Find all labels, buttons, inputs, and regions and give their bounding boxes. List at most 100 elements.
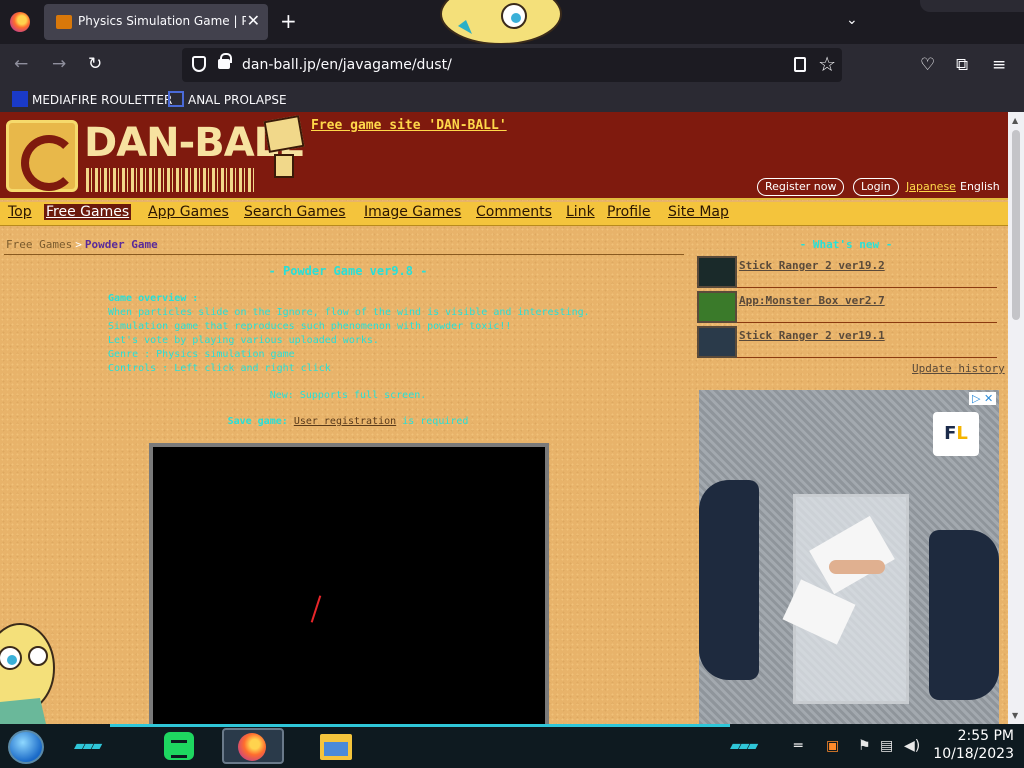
- save-game-label: Save game:: [227, 416, 288, 427]
- tray-app-icon[interactable]: ▣: [826, 738, 839, 754]
- news-item[interactable]: Stick Ranger 2 ver19.1: [697, 326, 997, 358]
- breadcrumb-free-games[interactable]: Free Games: [6, 238, 72, 251]
- pocket-icon[interactable]: ♡: [920, 55, 935, 75]
- monster-box-thumb-icon[interactable]: [697, 291, 737, 323]
- taskbar-firefox-active[interactable]: [222, 728, 284, 764]
- tab-close-icon[interactable]: ✕: [247, 12, 260, 30]
- dan-ball-logo-icon[interactable]: [6, 120, 78, 192]
- clock-date[interactable]: 10/18/2023: [920, 746, 1014, 762]
- tracking-shield-icon[interactable]: [192, 56, 206, 72]
- volume-icon[interactable]: ◀): [904, 738, 920, 754]
- register-button[interactable]: Register now: [757, 178, 845, 196]
- hamburger-menu-icon[interactable]: ≡: [992, 55, 1006, 75]
- file-explorer-icon[interactable]: [320, 734, 352, 760]
- menu-item-free-games[interactable]: Free Games: [44, 204, 132, 220]
- bookmarks-toolbar: MEDIAFIRE ROULETTER ANAL PROLAPSE: [0, 86, 1024, 112]
- desc-line: Simulation game that reproduces such phe…: [108, 321, 512, 332]
- start-button-icon[interactable]: [8, 730, 44, 764]
- page-scrollbar[interactable]: ▲ ▼: [1008, 112, 1024, 724]
- site-header: DAN-BALL Free game site 'DAN-BALL' Regis…: [0, 112, 1008, 200]
- browser-tab-active[interactable]: Physics Simulation Game | Pow ✕: [44, 4, 268, 40]
- robot-mascot-icon: [262, 115, 306, 192]
- clock-time[interactable]: 2:55 PM: [940, 728, 1014, 744]
- browser-navbar: ← → ↻ dan-ball.jp/en/javagame/dust/ ☆ ♡ …: [0, 44, 1024, 86]
- reload-icon[interactable]: ↻: [88, 54, 102, 74]
- news-item[interactable]: App:Monster Box ver2.7: [697, 291, 997, 323]
- stick-ranger-thumb-icon[interactable]: [697, 326, 737, 358]
- user-registration-link[interactable]: User registration: [294, 416, 396, 427]
- desc-line: Let's vote by playing various uploaded w…: [108, 335, 379, 346]
- menu-item-profile[interactable]: Profile: [607, 204, 651, 220]
- menu-item-comments[interactable]: Comments: [476, 204, 552, 220]
- lang-japanese-link[interactable]: Japanese: [906, 180, 956, 193]
- network-icon[interactable]: ▤: [880, 738, 893, 754]
- new-tab-button[interactable]: +: [280, 10, 297, 32]
- spotify-icon[interactable]: [164, 732, 194, 760]
- save-game-suffix: is required: [402, 416, 469, 427]
- news-item[interactable]: Stick Ranger 2 ver19.2: [697, 256, 997, 288]
- powder-game-canvas[interactable]: [149, 443, 549, 724]
- news-link[interactable]: App:Monster Box ver2.7: [739, 294, 885, 307]
- bookmark-star-icon[interactable]: ☆: [818, 52, 836, 76]
- advertisement[interactable]: FL ▷ ✕: [699, 390, 999, 724]
- breadcrumb-current: Powder Game: [84, 238, 158, 251]
- ad-person: [929, 530, 999, 700]
- ad-handshake: [829, 560, 885, 574]
- system-tray: ═ ▣ ⚑ ▤ ◀): [790, 734, 930, 760]
- reader-view-icon[interactable]: [794, 57, 806, 72]
- forward-arrow-icon[interactable]: →: [52, 54, 66, 74]
- menu-item-link[interactable]: Link: [566, 204, 595, 220]
- taskbar-chevron-icon: ▰▰▰: [74, 738, 102, 754]
- scroll-up-icon[interactable]: ▲: [1012, 116, 1018, 125]
- menu-item-image-games[interactable]: Image Games: [364, 204, 461, 220]
- site-tagline-link[interactable]: Free game site 'DAN-BALL': [311, 118, 507, 133]
- game-description: Game overview : When particles slide on …: [108, 292, 590, 376]
- update-history-link[interactable]: Update history: [912, 362, 1005, 375]
- tab-favicon-icon: [56, 15, 72, 29]
- bookmark-mediafire[interactable]: MEDIAFIRE ROULETTER: [12, 91, 172, 107]
- breadcrumb: Free Games > Powder Game: [6, 238, 158, 251]
- bookmark-second[interactable]: ANAL PROLAPSE: [168, 91, 287, 107]
- news-link[interactable]: Stick Ranger 2 ver19.2: [739, 259, 885, 272]
- desc-line: Controls : Left click and right click: [108, 363, 331, 374]
- window-frame-decoration: [920, 0, 1024, 12]
- save-game-note: Save game: User registration is required: [0, 416, 696, 427]
- ad-person: [699, 480, 759, 680]
- ad-choices-close-icon[interactable]: ▷ ✕: [969, 392, 997, 405]
- particle: [310, 595, 322, 623]
- login-button[interactable]: Login: [853, 178, 899, 196]
- logo-barcode-icon: [86, 168, 256, 192]
- desc-line: Game overview :: [108, 293, 199, 304]
- stick-ranger-thumb-icon[interactable]: [697, 256, 737, 288]
- extensions-icon[interactable]: ⧉: [956, 55, 968, 75]
- news-link[interactable]: Stick Ranger 2 ver19.1: [739, 329, 885, 342]
- tray-overflow-icon[interactable]: ═: [794, 738, 802, 754]
- lock-icon[interactable]: [218, 53, 232, 69]
- lang-english: English: [960, 180, 1000, 193]
- whats-new-title: - What's new -: [799, 238, 893, 251]
- firefox-menu-icon[interactable]: [10, 12, 30, 32]
- ad-logo-icon[interactable]: FL: [933, 412, 979, 456]
- web-page: DAN-BALL Free game site 'DAN-BALL' Regis…: [0, 112, 1008, 724]
- menu-item-top[interactable]: Top: [8, 204, 32, 220]
- cartoon-character-sticker-icon: [0, 623, 55, 724]
- browser-tabbar: Physics Simulation Game | Pow ✕ + ⌄: [0, 0, 1024, 44]
- breadcrumb-separator: >: [75, 238, 82, 251]
- scroll-thumb[interactable]: [1012, 130, 1020, 320]
- menu-item-site-map[interactable]: Site Map: [668, 204, 729, 220]
- desc-line: When particles slide on the Ignore, flow…: [108, 307, 590, 318]
- url-bar[interactable]: dan-ball.jp/en/javagame/dust/ ☆: [182, 48, 842, 82]
- menu-item-app-games[interactable]: App Games: [148, 204, 229, 220]
- scroll-down-icon[interactable]: ▼: [1012, 711, 1018, 720]
- cartoon-sticker-icon: [440, 0, 562, 44]
- menu-item-search-games[interactable]: Search Games: [244, 204, 346, 220]
- action-center-flag-icon[interactable]: ⚑: [858, 738, 871, 754]
- bookmark-icon: [168, 91, 184, 107]
- os-taskbar: ▰▰▰ ▰▰▰ ═ ▣ ⚑ ▤ ◀) 2:55 PM 10/18/2023: [0, 724, 1024, 768]
- tab-list-chevron-icon[interactable]: ⌄: [846, 12, 858, 28]
- fullscreen-note: New: Supports full screen.: [269, 390, 427, 401]
- firefox-icon[interactable]: [238, 733, 266, 761]
- tab-title: Physics Simulation Game | Pow: [78, 14, 246, 28]
- back-arrow-icon[interactable]: ←: [14, 54, 28, 74]
- url-text[interactable]: dan-ball.jp/en/javagame/dust/: [242, 57, 452, 73]
